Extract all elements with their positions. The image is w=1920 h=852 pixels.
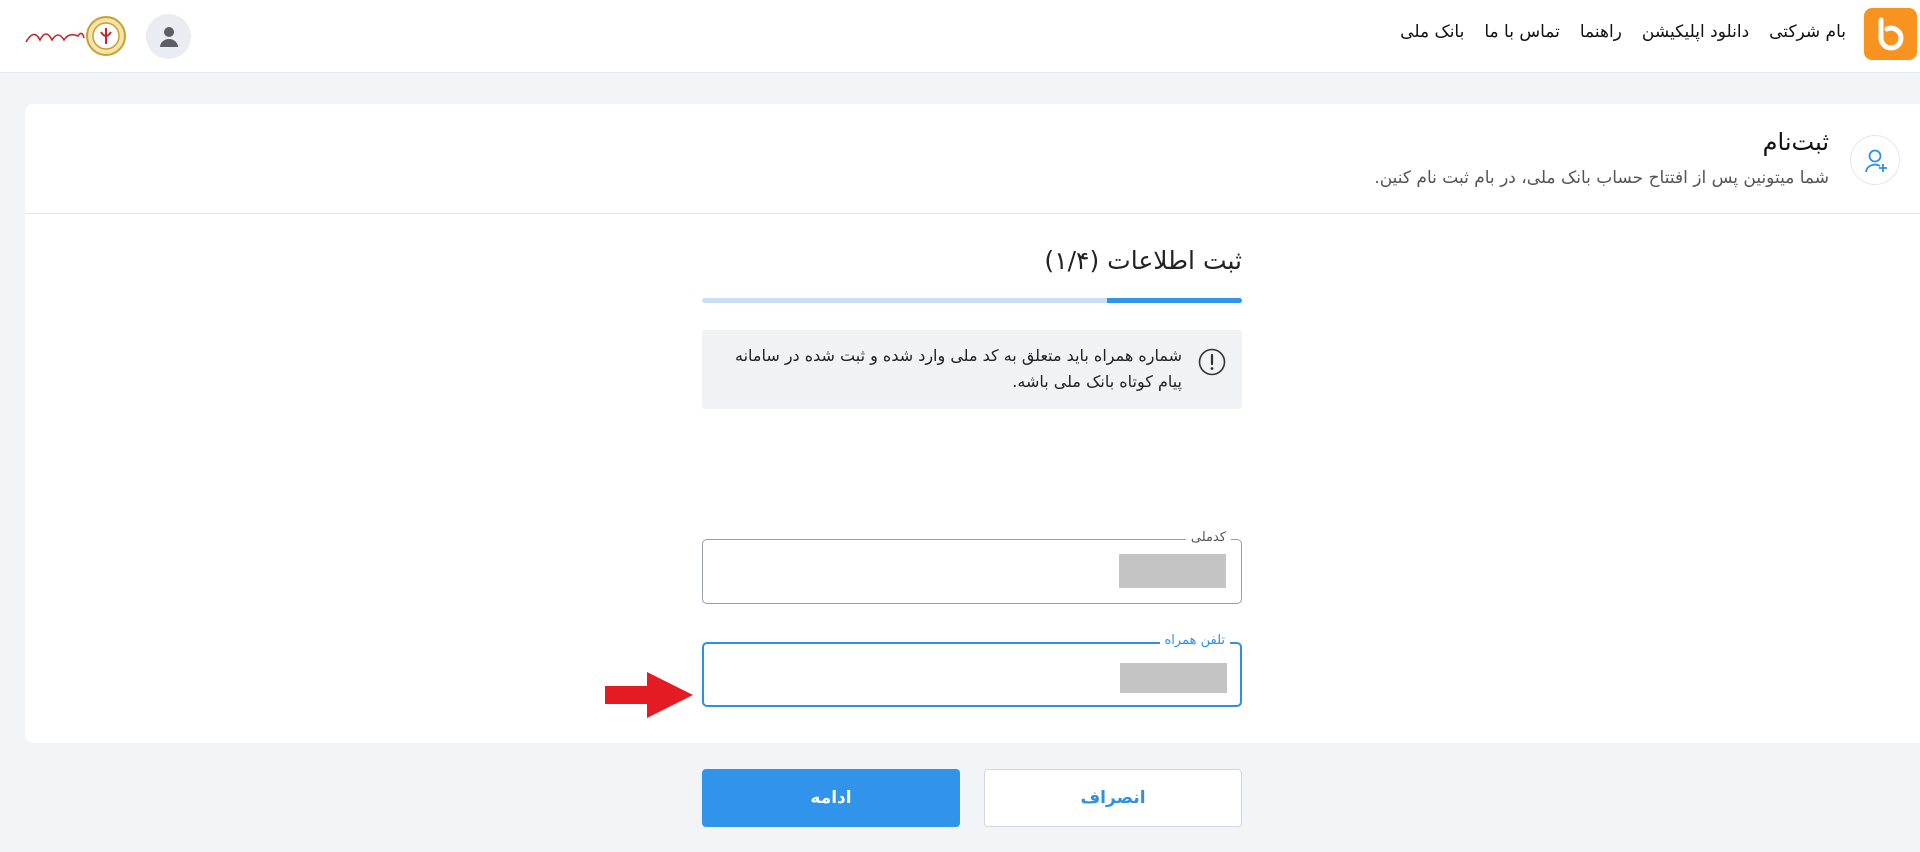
annotation-arrow-icon bbox=[605, 672, 693, 718]
top-navbar: بانک ملی تماس با ما راهنما دانلود اپلیکی… bbox=[0, 0, 1920, 73]
nav-download-app[interactable]: دانلود اپلیکیشن bbox=[1642, 22, 1749, 42]
step-title: ثبت اطلاعات (۱/۴) bbox=[1044, 246, 1242, 275]
step-progress-fill bbox=[1107, 298, 1242, 303]
nav-guide[interactable]: راهنما bbox=[1580, 22, 1622, 42]
nav-contact-us[interactable]: تماس با ما bbox=[1484, 22, 1560, 42]
mobile-phone-field[interactable]: تلفن همراه bbox=[702, 633, 1242, 707]
bam-logo[interactable] bbox=[1864, 8, 1917, 60]
redacted-value bbox=[1119, 554, 1226, 588]
page-title: ثبت‌نام bbox=[1762, 128, 1829, 156]
info-notice: شماره همراه باید متعلق به کد ملی وارد شد… bbox=[702, 330, 1242, 409]
notice-text: شماره همراه باید متعلق به کد ملی وارد شد… bbox=[734, 346, 1182, 391]
user-avatar-button[interactable] bbox=[146, 14, 191, 59]
user-icon bbox=[160, 27, 178, 47]
bank-melli-emblem-icon bbox=[25, 16, 126, 56]
nav-bank-melli[interactable]: بانک ملی bbox=[1400, 22, 1464, 42]
registration-form: ثبت اطلاعات (۱/۴) شماره همراه باید متعلق… bbox=[702, 234, 1242, 827]
bank-melli-logo bbox=[22, 10, 128, 62]
continue-button[interactable]: ادامه bbox=[702, 769, 960, 827]
step-progress-bar bbox=[702, 298, 1242, 303]
info-alert-icon bbox=[1198, 348, 1226, 376]
redacted-value bbox=[1120, 663, 1227, 693]
nav-bam-corporate[interactable]: بام شرکتی bbox=[1769, 22, 1846, 42]
card-header: ثبت‌نام شما میتونین پس از افتتاح حساب با… bbox=[25, 104, 1920, 214]
registration-card: ثبت‌نام شما میتونین پس از افتتاح حساب با… bbox=[25, 104, 1920, 827]
main-nav: بانک ملی تماس با ما راهنما دانلود اپلیکی… bbox=[1380, 22, 1846, 42]
page-subtitle: شما میتونین پس از افتتاح حساب بانک ملی، … bbox=[1374, 168, 1829, 188]
national-id-field[interactable]: کدملی bbox=[702, 530, 1242, 604]
bam-logo-icon bbox=[1878, 17, 1904, 51]
cancel-button[interactable]: انصراف bbox=[984, 769, 1242, 827]
add-user-icon bbox=[1850, 135, 1900, 185]
